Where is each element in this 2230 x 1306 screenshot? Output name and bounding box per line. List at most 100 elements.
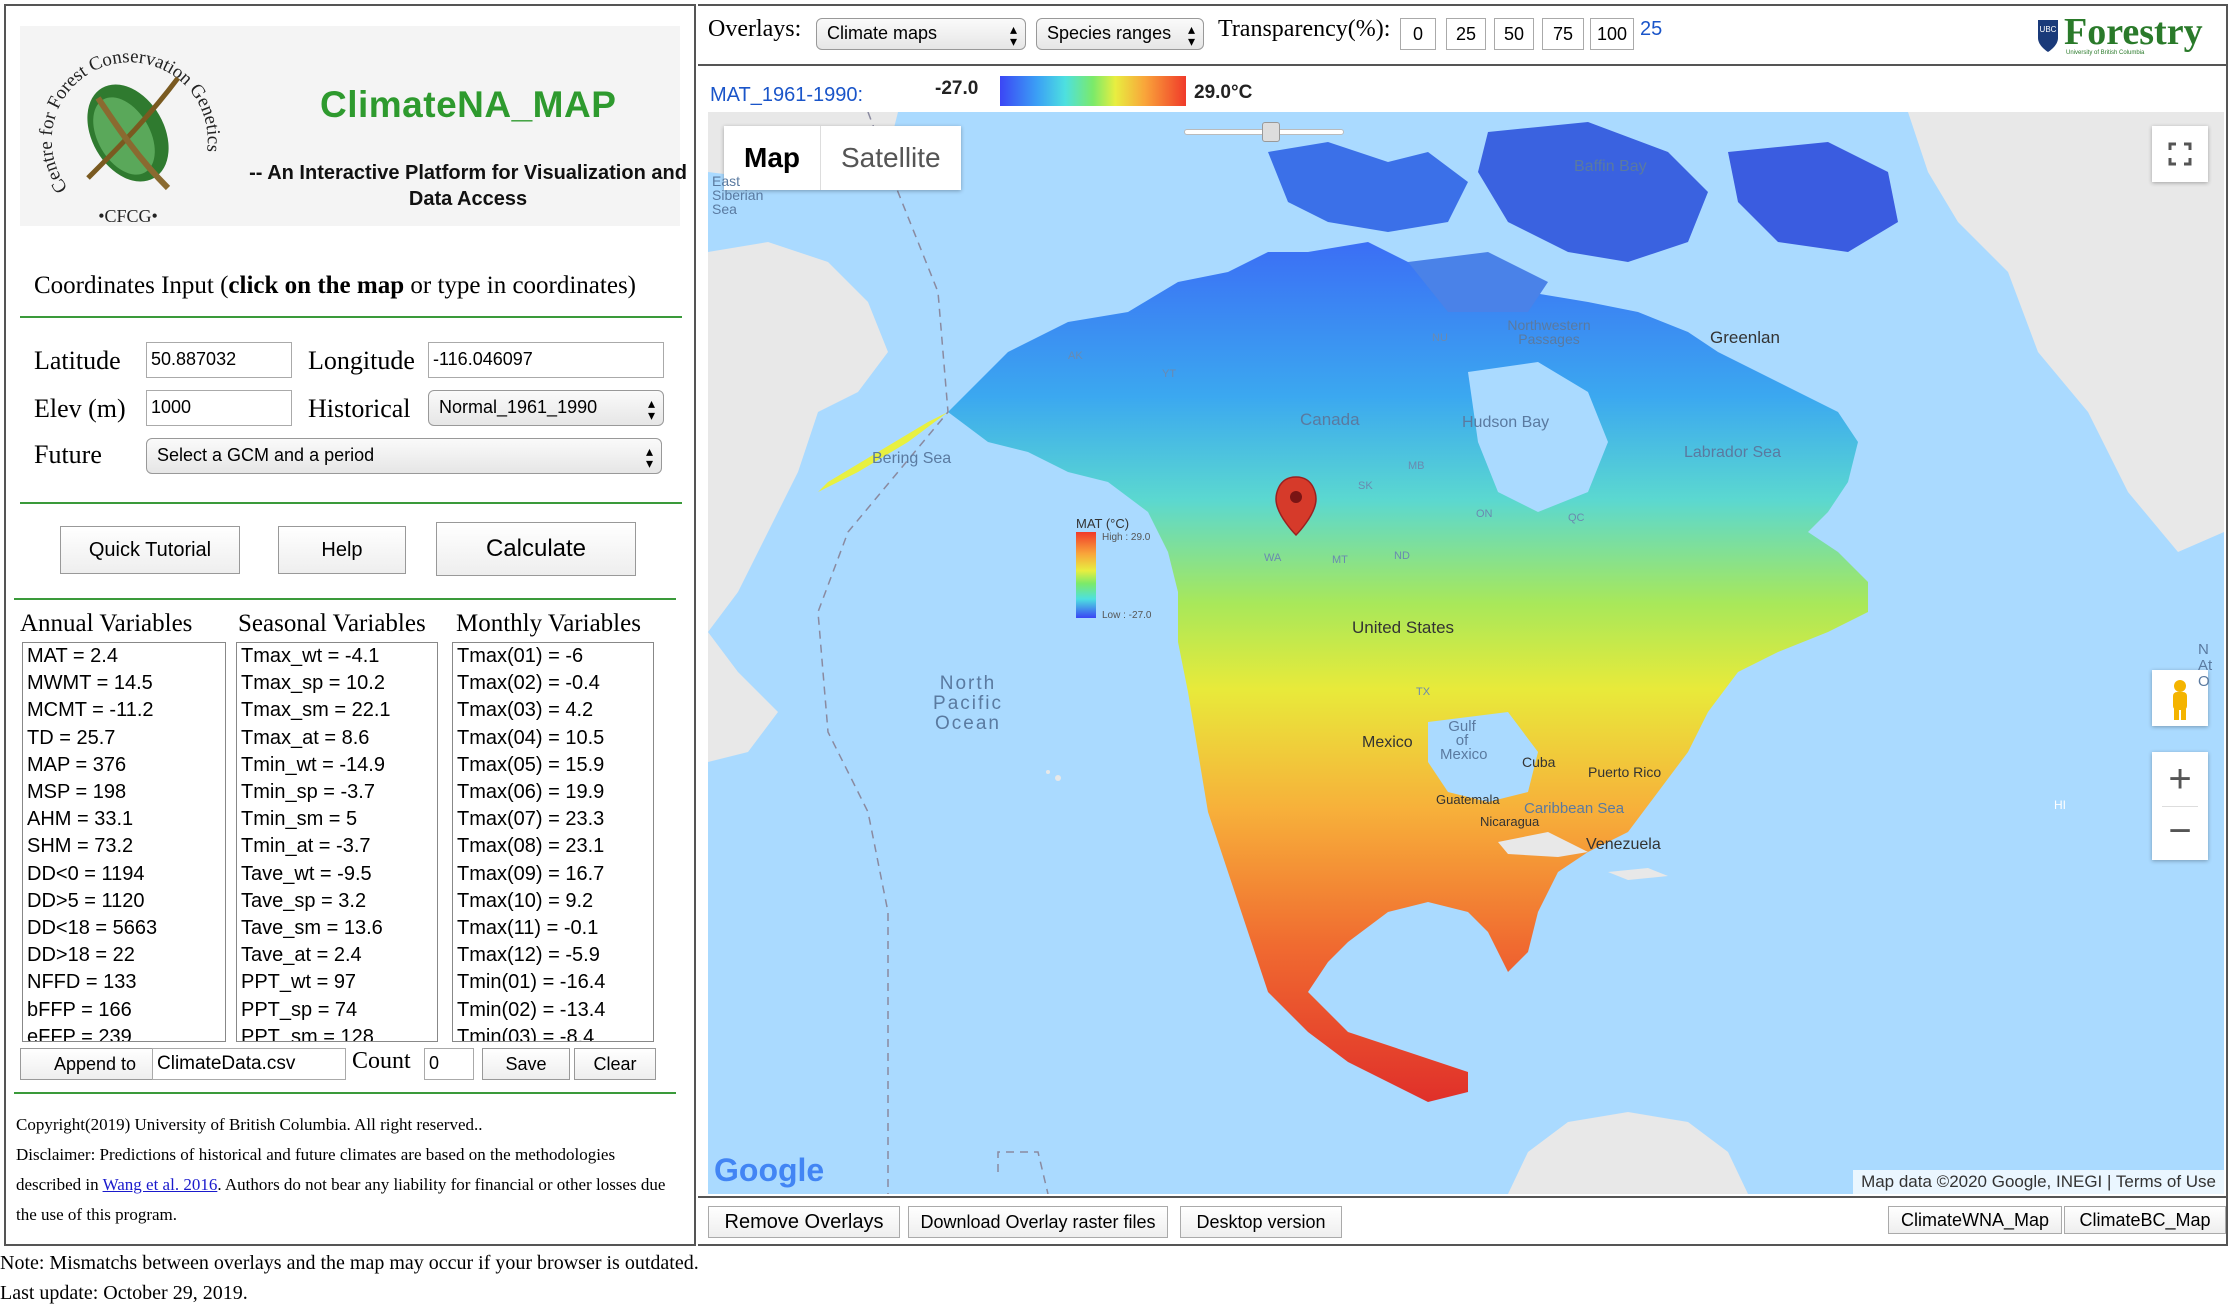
monthly-variables-list[interactable]: Tmax(01) = -6 Tmax(02) = -0.4 Tmax(03) =…: [452, 642, 654, 1042]
list-item[interactable]: Tave_wt = -9.5: [241, 861, 433, 888]
transparency-50-button[interactable]: 50: [1494, 18, 1534, 50]
list-item[interactable]: Tmin(02) = -13.4: [457, 997, 649, 1024]
map-label-puerto-rico: Puerto Rico: [1588, 764, 1662, 780]
list-item[interactable]: Tave_at = 2.4: [241, 942, 433, 969]
future-gcm-select[interactable]: Select a GCM and a period ▴ ▾: [146, 438, 662, 474]
list-item[interactable]: PPT_sp = 74: [241, 997, 433, 1024]
list-item[interactable]: Tmax(01) = -6: [457, 643, 649, 670]
list-item[interactable]: Tmin_sp = -3.7: [241, 779, 433, 806]
climatewna-map-button[interactable]: ClimateWNA_Map: [1888, 1206, 2062, 1234]
longitude-input[interactable]: -116.046097: [428, 342, 664, 378]
list-item[interactable]: Tmax(08) = 23.1: [457, 833, 649, 860]
list-item[interactable]: Tmin(01) = -16.4: [457, 969, 649, 996]
list-item[interactable]: DD<0 = 1194: [27, 861, 221, 888]
map-label-cuba: Cuba: [1522, 754, 1556, 770]
list-item[interactable]: Tmax_wt = -4.1: [241, 643, 433, 670]
list-item[interactable]: Tmax(05) = 15.9: [457, 752, 649, 779]
list-item[interactable]: DD>5 = 1120: [27, 888, 221, 915]
list-item[interactable]: MAP = 376: [27, 752, 221, 779]
map-label-atlantic: N At O: [2198, 641, 2213, 690]
clear-button[interactable]: Clear: [574, 1048, 656, 1080]
append-to-button[interactable]: Append to: [20, 1048, 170, 1080]
list-item[interactable]: Tmin_sm = 5: [241, 806, 433, 833]
slider-handle[interactable]: [1262, 122, 1280, 142]
mini-legend-title: MAT (°C): [1076, 516, 1129, 531]
list-item[interactable]: Tmax(03) = 4.2: [457, 697, 649, 724]
calculate-button[interactable]: Calculate: [436, 522, 636, 576]
map-label-east-siberian-sea: East Siberian Sea: [712, 173, 764, 217]
remove-overlays-button[interactable]: Remove Overlays: [708, 1206, 900, 1238]
transparency-100-button[interactable]: 100: [1590, 18, 1634, 50]
zoom-control: + −: [2152, 752, 2208, 860]
list-item[interactable]: Tmax(09) = 16.7: [457, 861, 649, 888]
annual-variables-list[interactable]: MAT = 2.4 MWMT = 14.5 MCMT = -11.2 TD = …: [22, 642, 226, 1042]
list-item[interactable]: Tmax_sm = 22.1: [241, 697, 433, 724]
top-toolbar: Overlays: Climate maps ▴ ▾ Species ranges…: [698, 4, 2228, 66]
list-item[interactable]: Tmin_wt = -14.9: [241, 752, 433, 779]
list-item[interactable]: Tave_sm = 13.6: [241, 915, 433, 942]
filename-input[interactable]: ClimateData.csv: [152, 1048, 346, 1080]
list-item[interactable]: Tmin(03) = -8.4: [457, 1024, 649, 1041]
logo-abbr: •CFCG•: [98, 206, 158, 226]
fullscreen-button[interactable]: [2152, 126, 2208, 182]
transparency-75-button[interactable]: 75: [1542, 18, 1584, 50]
list-item[interactable]: Tmax(02) = -0.4: [457, 670, 649, 697]
list-item[interactable]: Tmax_at = 8.6: [241, 725, 433, 752]
historical-select[interactable]: Normal_1961_1990 ▴ ▾: [428, 390, 664, 426]
map-graphic[interactable]: MAT (°C) High : 29.0 Low : -27.0: [708, 112, 2224, 1194]
legend-color-bar: [1000, 76, 1186, 106]
list-item[interactable]: Tmax(12) = -5.9: [457, 942, 649, 969]
zoom-in-button[interactable]: +: [2152, 752, 2208, 806]
list-item[interactable]: MAT = 2.4: [27, 643, 221, 670]
chukotka-land: [708, 242, 888, 632]
list-item[interactable]: PPT_wt = 97: [241, 969, 433, 996]
zoom-out-button[interactable]: −: [2152, 806, 2208, 860]
hawaii-island: [1046, 770, 1050, 774]
elevation-input[interactable]: 1000: [146, 390, 292, 426]
latitude-input[interactable]: 50.887032: [146, 342, 292, 378]
desktop-version-button[interactable]: Desktop version: [1180, 1206, 1342, 1238]
list-item[interactable]: Tmax(04) = 10.5: [457, 725, 649, 752]
list-item[interactable]: TD = 25.7: [27, 725, 221, 752]
list-item[interactable]: PPT_sm = 128: [241, 1024, 433, 1041]
map-label-nu: NU: [1432, 332, 1448, 344]
climatebc-map-button[interactable]: ClimateBC_Map: [2064, 1206, 2226, 1234]
quick-tutorial-button[interactable]: Quick Tutorial: [60, 526, 240, 574]
overlay-opacity-slider[interactable]: [1184, 122, 1344, 142]
map-type-satellite-button[interactable]: Satellite: [821, 126, 961, 190]
list-item[interactable]: Tmax(07) = 23.3: [457, 806, 649, 833]
list-item[interactable]: Tmax_sp = 10.2: [241, 670, 433, 697]
list-item[interactable]: NFFD = 133: [27, 969, 221, 996]
download-raster-button[interactable]: Download Overlay raster files: [908, 1206, 1168, 1238]
seasonal-variables-list[interactable]: Tmax_wt = -4.1 Tmax_sp = 10.2 Tmax_sm = …: [236, 642, 438, 1042]
transparency-0-button[interactable]: 0: [1400, 18, 1436, 50]
list-item[interactable]: MSP = 198: [27, 779, 221, 806]
ubc-shield-icon: UBC: [2038, 20, 2058, 52]
divider: [20, 316, 682, 318]
species-ranges-select[interactable]: Species ranges ▴ ▾: [1036, 18, 1204, 50]
terms-of-use-link[interactable]: Terms of Use: [2116, 1172, 2216, 1191]
overlay-select[interactable]: Climate maps ▴ ▾: [816, 18, 1026, 50]
map-canvas[interactable]: MAT (°C) High : 29.0 Low : -27.0 Map Sat…: [708, 112, 2224, 1194]
list-item[interactable]: Tmax(06) = 19.9: [457, 779, 649, 806]
count-input[interactable]: 0: [424, 1048, 474, 1080]
help-button[interactable]: Help: [278, 526, 406, 574]
list-item[interactable]: SHM = 73.2: [27, 833, 221, 860]
save-button[interactable]: Save: [482, 1048, 570, 1080]
transparency-25-button[interactable]: 25: [1446, 18, 1486, 50]
list-item[interactable]: Tmax(10) = 9.2: [457, 888, 649, 915]
mini-legend-low: Low : -27.0: [1102, 610, 1152, 621]
list-item[interactable]: Tave_sp = 3.2: [241, 888, 433, 915]
wang-et-al-link[interactable]: Wang et al. 2016: [103, 1175, 218, 1194]
list-item[interactable]: DD>18 = 22: [27, 942, 221, 969]
list-item[interactable]: Tmin_at = -3.7: [241, 833, 433, 860]
map-label-canada: Canada: [1300, 410, 1360, 429]
map-label-mt: MT: [1332, 554, 1348, 566]
list-item[interactable]: MWMT = 14.5: [27, 670, 221, 697]
list-item[interactable]: DD<18 = 5663: [27, 915, 221, 942]
list-item[interactable]: AHM = 33.1: [27, 806, 221, 833]
list-item[interactable]: eFFP = 239: [27, 1024, 221, 1041]
list-item[interactable]: Tmax(11) = -0.1: [457, 915, 649, 942]
list-item[interactable]: bFFP = 166: [27, 997, 221, 1024]
list-item[interactable]: MCMT = -11.2: [27, 697, 221, 724]
